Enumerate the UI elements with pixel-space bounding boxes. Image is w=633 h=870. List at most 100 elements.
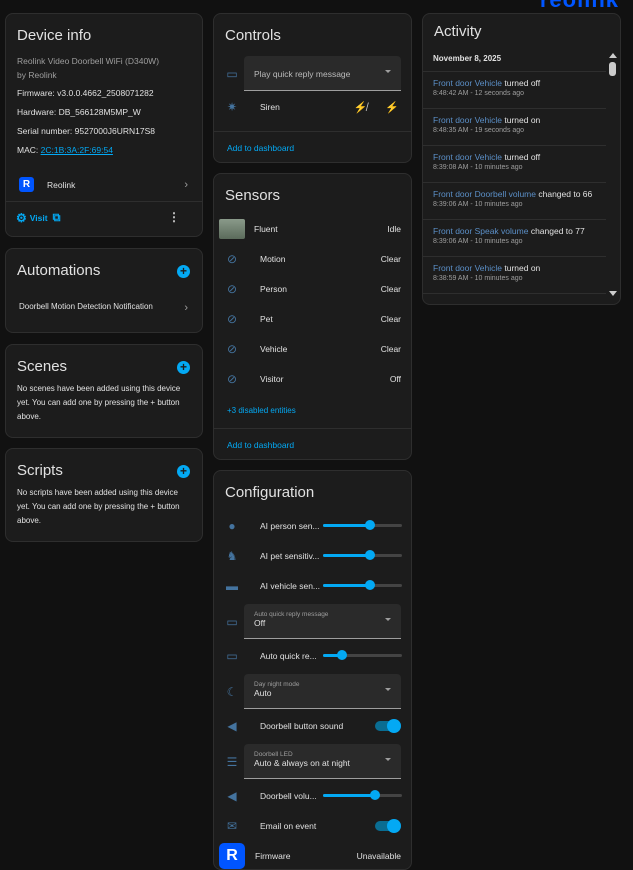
hardware-info: Hardware: DB_566128M5MP_W xyxy=(17,107,141,117)
controls-card: Controls ▭ Play quick reply message ✷ Si… xyxy=(213,13,412,163)
sensor-name: Motion xyxy=(260,254,286,264)
card-title: Scenes xyxy=(17,358,68,375)
add-scene-button[interactable]: + xyxy=(177,361,190,374)
camera-thumbnail[interactable] xyxy=(219,219,245,239)
quick-reply-select[interactable]: Play quick reply message xyxy=(244,56,401,91)
scripts-empty-text: No scripts have been added using this de… xyxy=(17,488,180,525)
add-automation-button[interactable]: + xyxy=(177,265,190,278)
activity-entity-link[interactable]: Front door Speak volume xyxy=(433,226,528,236)
add-script-button[interactable]: + xyxy=(177,465,190,478)
day-night-select[interactable]: Day night mode Auto xyxy=(244,674,401,709)
activity-date: November 8, 2025 xyxy=(433,54,502,63)
card-title: Sensors xyxy=(225,187,281,204)
activity-entity-link[interactable]: Front door Vehicle xyxy=(433,263,502,273)
scrollbar[interactable] xyxy=(608,51,617,296)
scenes-card: Scenes + No scenes have been added using… xyxy=(5,344,203,438)
activity-entity-link[interactable]: Front door Doorbell volume xyxy=(433,189,536,199)
activity-entity-link[interactable]: Front door Vehicle xyxy=(433,115,502,125)
ai-vehicle-slider[interactable] xyxy=(323,580,402,590)
button-sound-row: ◀ Doorbell button sound xyxy=(214,711,411,741)
sensor-state: Idle xyxy=(387,224,401,234)
serial-info: Serial number: 9527000J6URN17S8 xyxy=(17,126,155,136)
ai-person-slider[interactable] xyxy=(323,520,402,530)
flash-on-button[interactable]: ⚡ xyxy=(385,101,399,114)
sensor-name: Person xyxy=(260,284,287,294)
chevron-down-icon xyxy=(385,758,391,761)
gear-icon: ⚙ xyxy=(16,211,27,225)
sensor-name: Vehicle xyxy=(260,344,288,354)
sensor-row[interactable]: ⊘ Person Clear xyxy=(214,274,411,304)
activity-action: changed to 66 xyxy=(538,189,593,199)
activity-action: turned on xyxy=(504,263,541,273)
scroll-up-icon[interactable] xyxy=(608,53,617,58)
sensor-state: Clear xyxy=(380,284,401,294)
activity-time: 8:38:59 AM - 10 minutes ago xyxy=(433,275,523,282)
scenes-empty-text: No scenes have been added using this dev… xyxy=(17,384,181,421)
flash-off-button[interactable]: ⚡̸ xyxy=(354,101,368,114)
automations-card: Automations + Doorbell Motion Detection … xyxy=(5,248,203,333)
card-title: Scripts xyxy=(17,462,63,479)
chevron-down-icon xyxy=(385,618,391,621)
scroll-down-icon[interactable] xyxy=(609,291,617,296)
integration-name: Reolink xyxy=(47,179,76,190)
disabled-entities-link[interactable]: +3 disabled entities xyxy=(227,406,296,415)
activity-item: Front door Speak volume changed to 77 8:3… xyxy=(423,219,606,256)
auto-reply-time-slider[interactable] xyxy=(323,650,402,660)
more-options-icon[interactable]: ⋮ xyxy=(168,210,180,224)
activity-action: turned off xyxy=(504,152,541,162)
activity-time: 8:48:42 AM - 12 seconds ago xyxy=(433,90,525,97)
integration-row[interactable]: R Reolink › xyxy=(19,177,188,192)
doorbell-led-select[interactable]: Doorbell LED Auto & always on at night xyxy=(244,744,401,779)
visit-button[interactable]: ⚙ Visit ⧉ xyxy=(16,211,60,225)
automation-label: Doorbell Motion Detection Notification xyxy=(19,302,153,311)
sensor-row[interactable]: ⊘ Motion Clear xyxy=(214,244,411,274)
sensor-row[interactable]: ⊘ Vehicle Clear xyxy=(214,334,411,364)
doorbell-volume-slider[interactable] xyxy=(323,790,402,800)
card-title: Controls xyxy=(225,27,281,44)
card-title: Activity xyxy=(434,23,482,40)
mac-link[interactable]: 2C:1B:3A:2F:69:54 xyxy=(41,145,113,155)
firmware-value: Unavailable xyxy=(356,851,401,861)
add-to-dashboard-button[interactable]: Add to dashboard xyxy=(227,143,294,153)
sensors-card: Sensors Fluent Idle ⊘ Motion Clear ⊘ Person Cle… xyxy=(213,173,412,460)
automation-item[interactable]: Doorbell Motion Detection Notification › xyxy=(19,302,188,314)
motion-off-icon: ⊘ xyxy=(226,252,238,266)
reolink-icon: R xyxy=(219,843,245,869)
activity-entity-link[interactable]: Front door Vehicle xyxy=(433,152,502,162)
ai-vehicle-label: AI vehicle sen... xyxy=(260,581,321,591)
activity-action: turned on xyxy=(504,115,541,125)
sensor-row[interactable]: ⊘ Visitor Off xyxy=(214,364,411,394)
sensor-name: Fluent xyxy=(254,224,278,234)
device-model: Reolink Video Doorbell WiFi (D340W) xyxy=(17,56,160,66)
alarm-light-icon: ✷ xyxy=(226,100,238,114)
activity-item: Front door Vehicle turned on 8:48:35 AM -… xyxy=(423,108,606,145)
sensor-row[interactable]: Fluent Idle xyxy=(214,214,411,244)
chevron-down-icon xyxy=(385,70,391,73)
volume-icon: ◀ xyxy=(227,719,237,733)
device-manufacturer: by Reolink xyxy=(17,70,57,80)
activity-time: 8:39:06 AM - 10 minutes ago xyxy=(433,201,523,208)
ai-person-label: AI person sen... xyxy=(260,521,320,531)
activity-entity-link[interactable]: Front door Vehicle xyxy=(433,78,502,88)
auto-reply-message-select[interactable]: Auto quick reply message Off xyxy=(244,604,401,639)
button-sound-toggle[interactable] xyxy=(375,719,401,733)
scrollbar-thumb[interactable] xyxy=(609,62,616,76)
activity-time: 8:39:08 AM - 10 minutes ago xyxy=(433,164,523,171)
email-toggle[interactable] xyxy=(375,819,401,833)
sensor-row[interactable]: ⊘ Pet Clear xyxy=(214,304,411,334)
activity-item: Front door Vehicle turned off 8:48:42 AM … xyxy=(423,71,606,108)
mac-info: MAC: 2C:1B:3A:2F:69:54 xyxy=(6,142,202,159)
ai-pet-slider[interactable] xyxy=(323,550,402,560)
car-off-icon: ⊘ xyxy=(226,342,238,356)
select-label: Auto quick reply message xyxy=(254,611,329,618)
day-night-icon: ☾ xyxy=(226,685,238,699)
add-to-dashboard-button[interactable]: Add to dashboard xyxy=(227,440,294,450)
chevron-right-icon: › xyxy=(184,178,188,191)
firmware-label: Firmware xyxy=(255,851,291,861)
visit-label: Visit xyxy=(29,213,48,223)
firmware-row[interactable]: R Firmware Unavailable xyxy=(214,841,411,869)
doorbell-volume-label: Doorbell volu... xyxy=(260,791,317,801)
ai-pet-label: AI pet sensitiv... xyxy=(260,551,320,561)
sensor-state: Off xyxy=(389,374,401,384)
card-title: Automations xyxy=(17,262,101,279)
